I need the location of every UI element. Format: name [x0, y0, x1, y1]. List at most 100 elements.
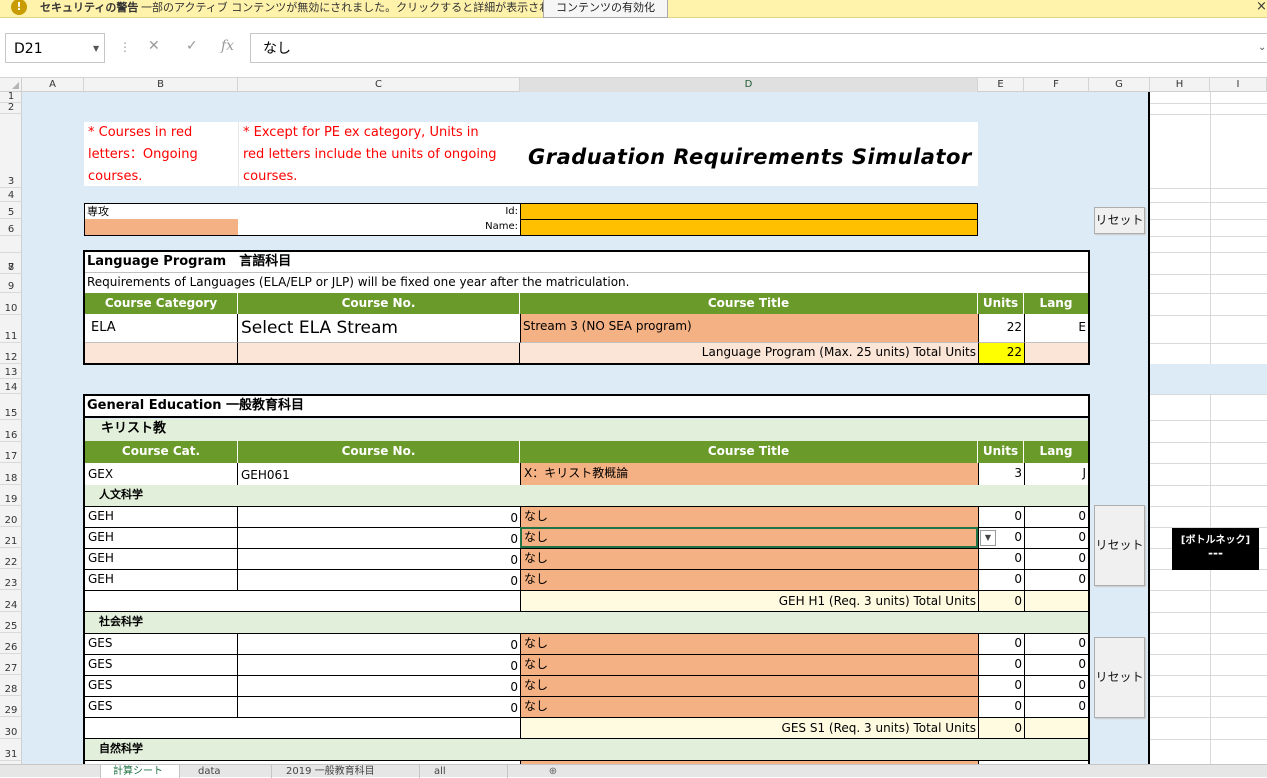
geh-category[interactable]: GEH — [85, 527, 238, 548]
row-header[interactable]: 14 — [0, 379, 22, 394]
ges-category[interactable]: GES — [85, 633, 238, 654]
row-header[interactable]: 5 — [0, 202, 22, 219]
row-header[interactable]: 23 — [0, 569, 22, 590]
ges-lang: 0 — [1024, 633, 1088, 654]
row-header[interactable]: 21 — [0, 527, 22, 548]
geh-category[interactable]: GEH — [85, 569, 238, 590]
name-field[interactable] — [520, 219, 978, 236]
row-header[interactable]: 2 — [0, 102, 22, 114]
select-all-corner[interactable] — [0, 78, 22, 92]
geh-course-title[interactable]: なし — [520, 548, 978, 569]
cancel-icon[interactable]: ✕ — [148, 38, 160, 54]
row-header[interactable]: 28 — [0, 675, 22, 696]
geh-course-no[interactable]: 0 — [238, 569, 520, 590]
ges-course-title[interactable]: なし — [520, 654, 978, 675]
column-header-g[interactable]: G — [1089, 78, 1150, 92]
row-header[interactable]: 20 — [0, 506, 22, 527]
row-header[interactable]: 16 — [0, 420, 22, 442]
geh-lang: 0 — [1024, 548, 1088, 569]
row-header[interactable]: 31 — [0, 739, 22, 761]
security-warning-bar[interactable]: ! セキュリティの警告 一部のアクティブ コンテンツが無効にされました。クリック… — [0, 0, 1267, 18]
ges-course-title[interactable]: なし — [520, 675, 978, 696]
major-field[interactable] — [84, 219, 239, 236]
row-header[interactable]: 8 — [0, 252, 22, 274]
drag-handle-icon[interactable]: ⋮ — [119, 40, 131, 54]
enter-icon[interactable]: ✓ — [186, 38, 198, 54]
ges-category[interactable]: GES — [85, 675, 238, 696]
ges-course-title[interactable]: なし — [520, 696, 978, 717]
close-icon[interactable]: × — [1256, 0, 1267, 15]
row-header[interactable]: 13 — [0, 364, 22, 379]
gex-category[interactable]: GEX — [85, 463, 238, 485]
reset-social-button[interactable]: リセット — [1094, 637, 1145, 718]
ela-category[interactable]: ELA — [85, 314, 238, 343]
expand-formula-icon[interactable]: ⌄ — [1258, 42, 1266, 53]
col-units: Units — [978, 441, 1024, 463]
row-header[interactable]: 9 — [0, 274, 22, 293]
row-header[interactable]: 3 — [0, 114, 22, 188]
empty-grid[interactable] — [1150, 92, 1267, 764]
geh-course-no[interactable]: 0 — [238, 506, 520, 527]
row-header[interactable]: 25 — [0, 612, 22, 633]
geh-category[interactable]: GEH — [85, 548, 238, 569]
sheet-tab[interactable]: data — [186, 765, 272, 778]
row-header[interactable]: 12 — [0, 343, 22, 364]
ges-category[interactable]: GES — [85, 654, 238, 675]
ges-course-no[interactable]: 0 — [238, 696, 520, 717]
column-header-e[interactable]: E — [978, 78, 1024, 92]
column-header-f[interactable]: F — [1024, 78, 1089, 92]
row-header[interactable]: 6 — [0, 219, 22, 236]
row-header[interactable]: 15 — [0, 394, 22, 420]
row-header[interactable]: 4 — [0, 188, 22, 202]
formula-bar: D21 ▼ ⋮ ✕ ✓ fx なし ⌄ — [0, 18, 1267, 78]
column-header-i[interactable]: I — [1210, 78, 1267, 92]
ges-course-no[interactable]: 0 — [238, 633, 520, 654]
sheet-tab[interactable]: all — [422, 765, 508, 778]
security-warning-message[interactable]: 一部のアクティブ コンテンツが無効にされました。クリックすると詳細が表示されます… — [141, 0, 582, 16]
ela-course-title[interactable]: Stream 3 (NO SEA program) — [520, 314, 978, 343]
column-header-h[interactable]: H — [1150, 78, 1210, 92]
id-field[interactable] — [520, 203, 978, 220]
reset-humanities-button[interactable]: リセット — [1094, 505, 1145, 586]
reset-profile-button[interactable]: リセット — [1094, 207, 1145, 234]
row-header[interactable]: 26 — [0, 633, 22, 654]
row-header[interactable]: 24 — [0, 590, 22, 612]
row-header[interactable]: 30 — [0, 717, 22, 739]
gex-course-no[interactable]: GEH061 — [238, 463, 520, 485]
note-ongoing-courses: * Courses in red letters：Ongoing courses. — [84, 122, 238, 186]
geh-course-no[interactable]: 0 — [238, 548, 520, 569]
geh-course-title-selected[interactable]: なし — [520, 527, 978, 548]
name-box[interactable]: D21 — [5, 33, 105, 63]
row-header[interactable]: 29 — [0, 696, 22, 717]
ges-course-no[interactable]: 0 — [238, 675, 520, 696]
ges-course-title[interactable]: なし — [520, 633, 978, 654]
geh-lang: 0 — [1024, 569, 1088, 590]
sheet-tab-active[interactable]: 計算シート — [100, 765, 180, 778]
formula-input[interactable]: なし — [250, 33, 1267, 63]
ges-course-no[interactable]: 0 — [238, 654, 520, 675]
column-header-c[interactable]: C — [238, 78, 520, 92]
row-header[interactable]: 17 — [0, 442, 22, 463]
sheet-tab[interactable]: 2019 一般教育科目 — [274, 765, 420, 778]
row-header[interactable]: 11 — [0, 315, 22, 343]
column-header-d[interactable]: D — [520, 78, 978, 92]
column-header-a[interactable]: A — [22, 78, 84, 92]
row-header[interactable]: 10 — [0, 293, 22, 315]
geh-course-title[interactable]: なし — [520, 506, 978, 527]
chevron-down-icon[interactable]: ▼ — [980, 530, 996, 546]
row-header[interactable]: 19 — [0, 485, 22, 506]
geh-course-no[interactable]: 0 — [238, 527, 520, 548]
column-header-b[interactable]: B — [84, 78, 238, 92]
ges-category[interactable]: GES — [85, 696, 238, 717]
geh-category[interactable]: GEH — [85, 506, 238, 527]
geh-course-title[interactable]: なし — [520, 569, 978, 590]
gex-course-title[interactable]: X：キリスト教概論 — [520, 463, 978, 485]
add-sheet-icon[interactable]: ⊕ — [546, 765, 560, 778]
enable-content-button[interactable]: コンテンツの有効化 — [543, 0, 668, 18]
row-header[interactable]: 18 — [0, 463, 22, 485]
row-header[interactable]: 22 — [0, 548, 22, 569]
chevron-down-icon[interactable]: ▼ — [93, 44, 99, 53]
ela-stream-select[interactable]: Select ELA Stream — [238, 314, 520, 343]
insert-function-icon[interactable]: fx — [221, 38, 234, 54]
row-header[interactable]: 27 — [0, 654, 22, 675]
